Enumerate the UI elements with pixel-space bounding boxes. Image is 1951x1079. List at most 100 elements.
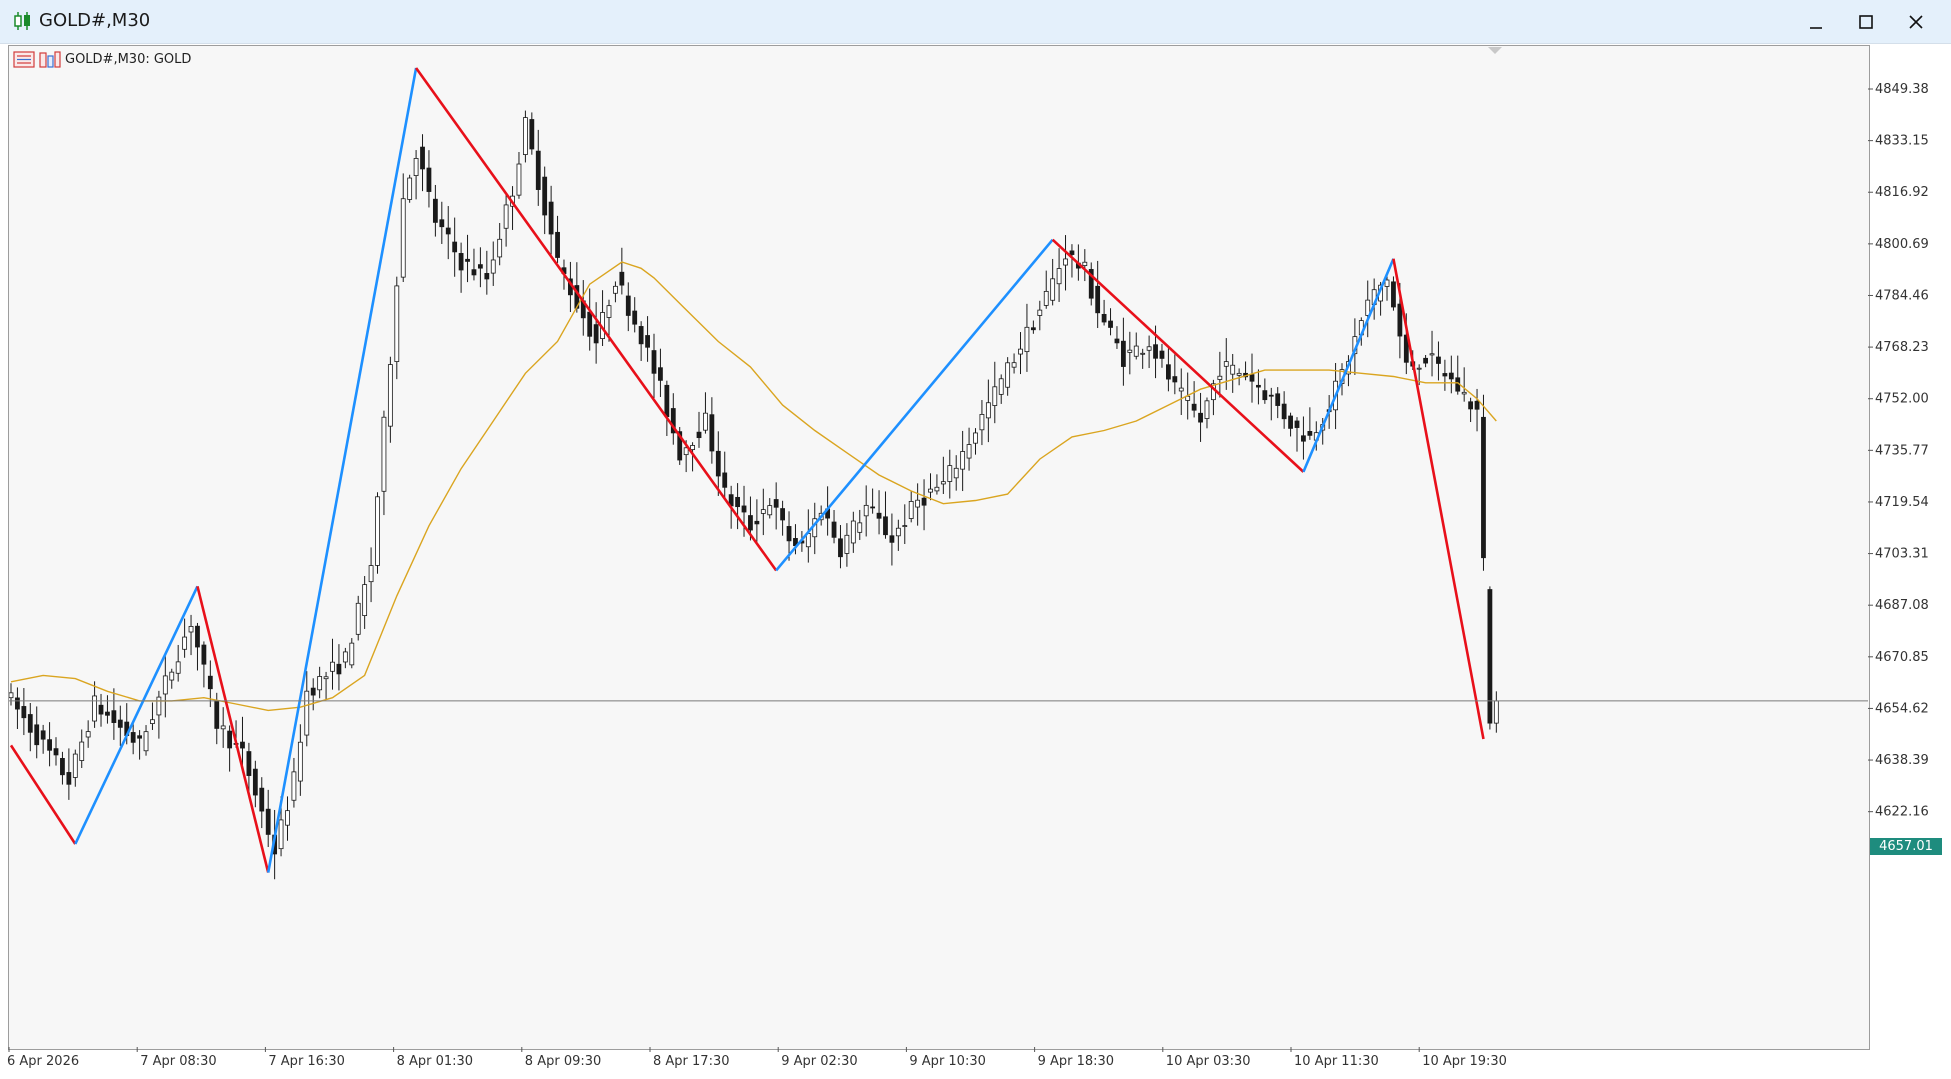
candle <box>214 700 220 729</box>
candle <box>355 602 361 635</box>
candle <box>1056 268 1062 285</box>
candle <box>105 711 110 716</box>
candle <box>1153 344 1158 359</box>
chart-header: GOLD#,M30: GOLD <box>13 49 191 69</box>
candle <box>188 626 194 633</box>
x-axis-tick-label: 9 Apr 02:30 <box>781 1054 858 1069</box>
candle <box>1037 309 1043 316</box>
candle <box>227 730 233 749</box>
candle <box>1397 303 1403 337</box>
candle <box>1481 416 1486 559</box>
y-axis-tick-label: 4849.38 <box>1875 82 1929 97</box>
candle <box>1391 281 1396 308</box>
candle <box>1018 348 1023 355</box>
x-axis-tick-label: 6 Apr 2026 <box>7 1054 79 1069</box>
candle <box>934 486 940 492</box>
candle <box>535 150 541 190</box>
candle <box>497 238 503 258</box>
candle <box>1127 349 1133 353</box>
x-axis-tick-label: 8 Apr 17:30 <box>653 1054 730 1069</box>
symbol-label: GOLD#,M30: GOLD <box>65 51 192 67</box>
candle <box>760 509 766 514</box>
y-axis-tick-label: 4800.69 <box>1875 237 1929 252</box>
candle <box>1423 357 1428 364</box>
candle <box>850 520 856 544</box>
candle <box>1043 290 1049 306</box>
candle <box>1468 401 1474 410</box>
candle <box>259 787 265 812</box>
candle <box>940 481 946 485</box>
candle <box>111 710 117 723</box>
candle <box>1236 372 1242 376</box>
y-axis-tick-label: 4638.39 <box>1875 753 1929 768</box>
y-axis-tick-label: 4833.15 <box>1875 134 1929 149</box>
candle <box>1178 387 1184 392</box>
candle <box>452 241 458 253</box>
candle <box>735 496 740 508</box>
candle <box>150 719 155 724</box>
candle <box>709 414 715 452</box>
candle <box>985 402 991 419</box>
y-axis-tick-label: 4622.16 <box>1875 805 1929 820</box>
candle <box>593 324 599 344</box>
x-axis-tick-label: 8 Apr 01:30 <box>397 1054 474 1069</box>
candle <box>748 515 753 531</box>
x-axis-tick-label: 9 Apr 10:30 <box>909 1054 986 1069</box>
candle <box>1217 375 1223 380</box>
candle <box>407 177 413 200</box>
candle <box>966 444 972 459</box>
candle <box>420 146 425 170</box>
market-depth-icon[interactable] <box>39 50 61 68</box>
candle <box>297 741 303 782</box>
candle <box>625 295 631 316</box>
x-axis-tick-label: 10 Apr 19:30 <box>1422 1054 1507 1069</box>
one-click-trading-icon[interactable] <box>13 50 35 68</box>
candle <box>1191 403 1197 411</box>
x-axis-tick-label: 7 Apr 16:30 <box>268 1054 345 1069</box>
candle <box>60 758 65 776</box>
candle <box>1120 340 1126 367</box>
candle <box>773 499 779 508</box>
candle <box>523 117 528 155</box>
candle <box>477 264 483 269</box>
candle <box>876 512 882 519</box>
candle <box>1108 320 1113 328</box>
candle <box>381 416 387 492</box>
candle <box>387 364 393 427</box>
candle <box>947 465 953 482</box>
candle <box>137 735 143 739</box>
candle <box>895 527 901 537</box>
candle <box>1487 589 1493 724</box>
candle <box>1159 350 1165 359</box>
candle <box>130 732 136 743</box>
candle <box>1256 384 1261 388</box>
candle <box>201 644 207 665</box>
candle <box>857 522 863 533</box>
candle <box>703 412 708 431</box>
candle <box>1301 435 1306 442</box>
candle <box>323 676 329 680</box>
y-axis-tick-label: 4768.23 <box>1875 340 1929 355</box>
candle <box>645 335 650 348</box>
candle <box>979 414 985 431</box>
candle <box>1416 367 1422 370</box>
candle <box>375 496 380 566</box>
candle <box>490 259 496 274</box>
candle <box>767 505 773 516</box>
candle <box>741 505 747 513</box>
candle <box>503 204 509 229</box>
price-chart[interactable]: 4849.38 4833.15 4816.92 4800.69 4784.46 4768.… <box>0 0 1951 1079</box>
candle <box>1436 356 1441 364</box>
candle <box>1063 258 1068 266</box>
candle <box>1082 261 1088 266</box>
candle <box>1230 364 1236 375</box>
x-axis-tick-label: 10 Apr 11:30 <box>1294 1054 1379 1069</box>
candle <box>1384 279 1390 287</box>
zigzag-down-segment <box>415 67 778 572</box>
candle <box>1249 374 1255 382</box>
plot-area <box>9 67 1499 880</box>
candle <box>786 526 792 542</box>
candle <box>246 751 252 776</box>
chart-shift-marker[interactable] <box>1488 47 1502 54</box>
candle <box>362 584 368 616</box>
